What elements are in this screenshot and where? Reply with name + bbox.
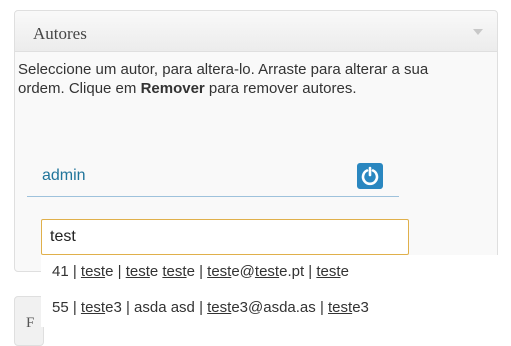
suggestion-item[interactable]: 55 | teste3 | asda asd | teste3@asda.as … [41,291,511,327]
suggestion-item[interactable]: 41 | teste | teste teste | teste@teste.p… [41,255,511,291]
suggestion-text: e | [186,263,208,280]
match-highlight: test [207,299,232,316]
match-highlight: test [80,263,106,280]
description-remove-keyword: Remover [140,80,205,97]
match-highlight: test [328,299,353,316]
match-highlight: test [162,263,187,280]
suggestion-text: e [149,263,163,280]
description-text-end: para remover autores. [204,80,357,97]
suggestion-text: 55 | [52,299,81,316]
panel-title: Autores [33,24,87,43]
suggestion-text: 41 | [52,263,81,280]
suggestion-text: e.pt | [279,263,317,280]
match-highlight: test [316,263,341,280]
suggestion-text: e | [105,263,126,280]
match-highlight: test [80,299,106,316]
collapse-arrow-icon[interactable] [473,29,483,35]
panel-description: Seleccione um autor, para altera-lo. Arr… [18,60,473,98]
next-panel-title: F [26,315,35,331]
remove-author-button[interactable] [357,163,383,189]
suggestion-text: e3 [352,299,369,316]
match-highlight: test [207,263,232,280]
match-highlight: test [254,263,280,280]
suggestion-text: e@ [231,263,255,280]
suggestion-text: e3@asda.as | [231,299,329,316]
panel-header[interactable]: Autores [15,11,497,52]
author-item[interactable]: admin [27,160,399,197]
autocomplete-suggestions: 41 | teste | teste teste | teste@teste.p… [41,255,511,327]
power-icon [361,166,379,186]
suggestion-text: e3 | asda asd | [105,299,208,316]
author-search-input[interactable] [41,219,409,255]
suggestion-text: e [340,263,349,280]
author-name: admin [42,167,86,184]
match-highlight: test [125,263,150,280]
